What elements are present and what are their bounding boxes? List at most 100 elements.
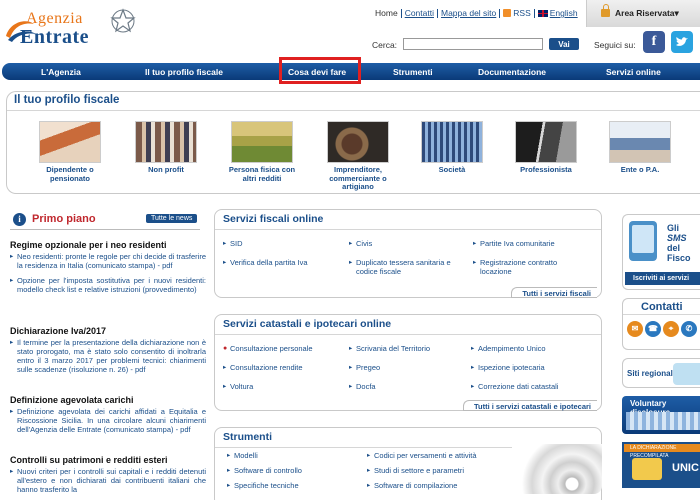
news-title[interactable]: Regime opzionale per i neo residenti [10,240,206,250]
servizi-fiscali-title: Servizi fiscali online [223,213,324,225]
service-link-ispezione-ipotecaria[interactable]: Ispezione ipotecaria [471,363,545,372]
unico-top-label: LA DICHIARAZIONE PRECOMPILATA [624,444,700,459]
service-link-sid[interactable]: SID [223,239,243,248]
facebook-icon[interactable]: f [643,31,665,53]
profile-professionista[interactable]: Professionista [505,121,587,175]
nav-highlight-box [279,57,361,84]
link-home[interactable]: Home [372,9,402,18]
nav-documentazione[interactable]: Documentazione [478,67,546,77]
tool-link-software-compilazione[interactable]: Software di compilazione [367,481,457,490]
unico-logo-icon [632,458,662,480]
nav-strumenti[interactable]: Strumenti [393,67,433,77]
tool-link-modelli[interactable]: Modelli [227,451,258,460]
link-mappa-del-sito[interactable]: Mappa del sito [438,9,501,18]
profile-photo [609,121,671,163]
profile-label: Non profit [148,165,184,174]
news-block: Dichiarazione Iva/2017 Il termine per la… [10,326,206,374]
phone-icon [629,221,657,261]
unico-label: UNIC [672,462,699,474]
tutti-servizi-fiscali-link[interactable]: Tutti i servizi fiscali [511,287,597,298]
news-block: Regime opzionale per i neo residenti Neo… [10,240,206,294]
news-title[interactable]: Definizione agevolata carichi [10,395,206,405]
service-link-verifica-partita-iva[interactable]: Verifica della partita Iva [223,258,308,267]
profile-dipendente[interactable]: Dipendente o pensionato [29,121,111,183]
service-link-registrazione-contratto[interactable]: Registrazione contratto locazione [473,258,583,276]
profile-photo [231,121,293,163]
servizi-fiscali-panel: Servizi fiscali online SID Civis Partite… [214,209,602,298]
service-link-pregeo[interactable]: Pregeo [349,363,380,372]
tool-link-specifiche-tecniche[interactable]: Specifiche tecniche [227,481,299,490]
profile-societa[interactable]: Società [411,121,493,175]
service-link-correzione-dati-catastali[interactable]: Correzione dati catastali [471,382,558,391]
phone-icon[interactable]: ☎ [645,321,661,337]
service-link-duplicato-tessera[interactable]: Duplicato tessera sanitaria e codice fis… [349,258,459,276]
sms-text-line: SMS [667,233,687,243]
service-link-partite-iva[interactable]: Partite Iva comunitarie [473,239,555,248]
sms-text: Gli SMS del Fisco [667,223,691,263]
uk-flag-icon [537,10,548,17]
chat-icon[interactable]: ✆ [681,321,697,337]
news-title[interactable]: Controlli su patrimoni e redditi esteri [10,455,206,465]
strumenti-panel: Strumenti Modelli Codici per versamenti … [214,427,602,500]
nav-servizi-online[interactable]: Servizi online [606,67,661,77]
tool-link-codici-versamenti[interactable]: Codici per versamenti e attività [367,451,477,460]
link-rss[interactable]: RSS [500,9,535,18]
profile-label: Società [438,165,466,174]
agenzia-entrate-logo[interactable]: Agenzia Entrate [4,6,136,48]
news-item[interactable]: Opzione per l'imposta sostitutiva per i … [10,276,206,294]
contatti-box[interactable]: Contatti ✉ ☎ ⌖ ✆ [622,298,700,350]
profile-persona-fisica[interactable]: Persona fisica con altri redditi [221,121,303,183]
voluntary-disclosure-banner[interactable]: Voluntary disclosure [622,396,700,434]
service-link-civis[interactable]: Civis [349,239,372,248]
divider [623,314,700,315]
banner-graphic [626,412,700,430]
twitter-icon[interactable] [671,31,693,53]
profile-label: Imprenditore, commerciante o artigiano [329,165,387,191]
service-link-consultazione-personale[interactable]: Consultazione personale [223,344,313,353]
search-button[interactable]: Vai [549,38,579,50]
service-link-voltura[interactable]: Voltura [223,382,253,391]
profilo-fiscale-box: Il tuo profilo fiscale Dipendente o pens… [6,91,700,194]
news-item[interactable]: Definizione agevolata dei carichi affida… [10,407,206,434]
primo-piano-section: i Primo piano Tutte le news Regime opzio… [10,210,206,494]
tutte-le-news-button[interactable]: Tutte le news [146,214,198,223]
profile-label: Professionista [520,165,572,174]
service-link-docfa[interactable]: Docfa [349,382,376,391]
link-contatti[interactable]: Contatti [402,9,438,18]
unico-banner[interactable]: LA DICHIARAZIONE PRECOMPILATA UNIC [622,442,700,488]
area-riservata-button[interactable]: Area Riservata▾ [586,0,700,27]
service-link-consultazione-rendite[interactable]: Consultazione rendite [223,363,303,372]
nav-agenzia[interactable]: L'Agenzia [41,67,81,77]
service-link-scrivania-territorio[interactable]: Scrivania del Territorio [349,344,430,353]
news-block: Definizione agevolata carichi Definizion… [10,395,206,434]
profile-photo [135,121,197,163]
profile-ente-pa[interactable]: Ente o P.A. [599,121,681,175]
profile-non-profit[interactable]: Non profit [125,121,207,175]
nav-profilo-fiscale[interactable]: Il tuo profilo fiscale [145,67,223,77]
info-icon: i [13,213,26,226]
italian-emblem-icon [110,8,136,33]
servizi-catastali-title: Servizi catastali e ipotecari online [223,318,392,330]
tool-link-software-controllo[interactable]: Software di controllo [227,466,302,475]
logo-text-entrate: Entrate [20,26,90,48]
email-icon[interactable]: ✉ [627,321,643,337]
siti-regionali-box[interactable]: Siti regionali [622,358,700,388]
news-item[interactable]: Neo residenti: pronte le regole per chi … [10,252,206,270]
iscriviti-servizi-button[interactable]: Iscriviti ai servizi [625,272,700,285]
tutti-servizi-catastali-link[interactable]: Tutti i servizi catastali e ipotecari [463,400,597,411]
primo-piano-title: Primo piano [32,213,96,225]
search-input[interactable] [403,38,543,50]
tool-link-studi-settore[interactable]: Studi di settore e parametri [367,466,464,475]
follow-label: Seguici su: [594,40,636,50]
news-item[interactable]: Nuovi criteri per i controlli sui capita… [10,467,206,494]
link-english[interactable]: English [535,9,581,18]
location-icon[interactable]: ⌖ [663,321,679,337]
news-item[interactable]: Il termine per la presentazione della di… [10,338,206,374]
sms-del-fisco-box[interactable]: Gli SMS del Fisco Iscriviti ai servizi [622,214,700,290]
profile-imprenditore[interactable]: Imprenditore, commerciante o artigiano [317,121,399,192]
sms-text-line: Gli [667,223,680,233]
news-title[interactable]: Dichiarazione Iva/2017 [10,326,206,336]
service-link-adempimento-unico[interactable]: Adempimento Unico [471,344,546,353]
profile-label: Ente o P.A. [620,165,660,174]
profile-photo [515,121,577,163]
